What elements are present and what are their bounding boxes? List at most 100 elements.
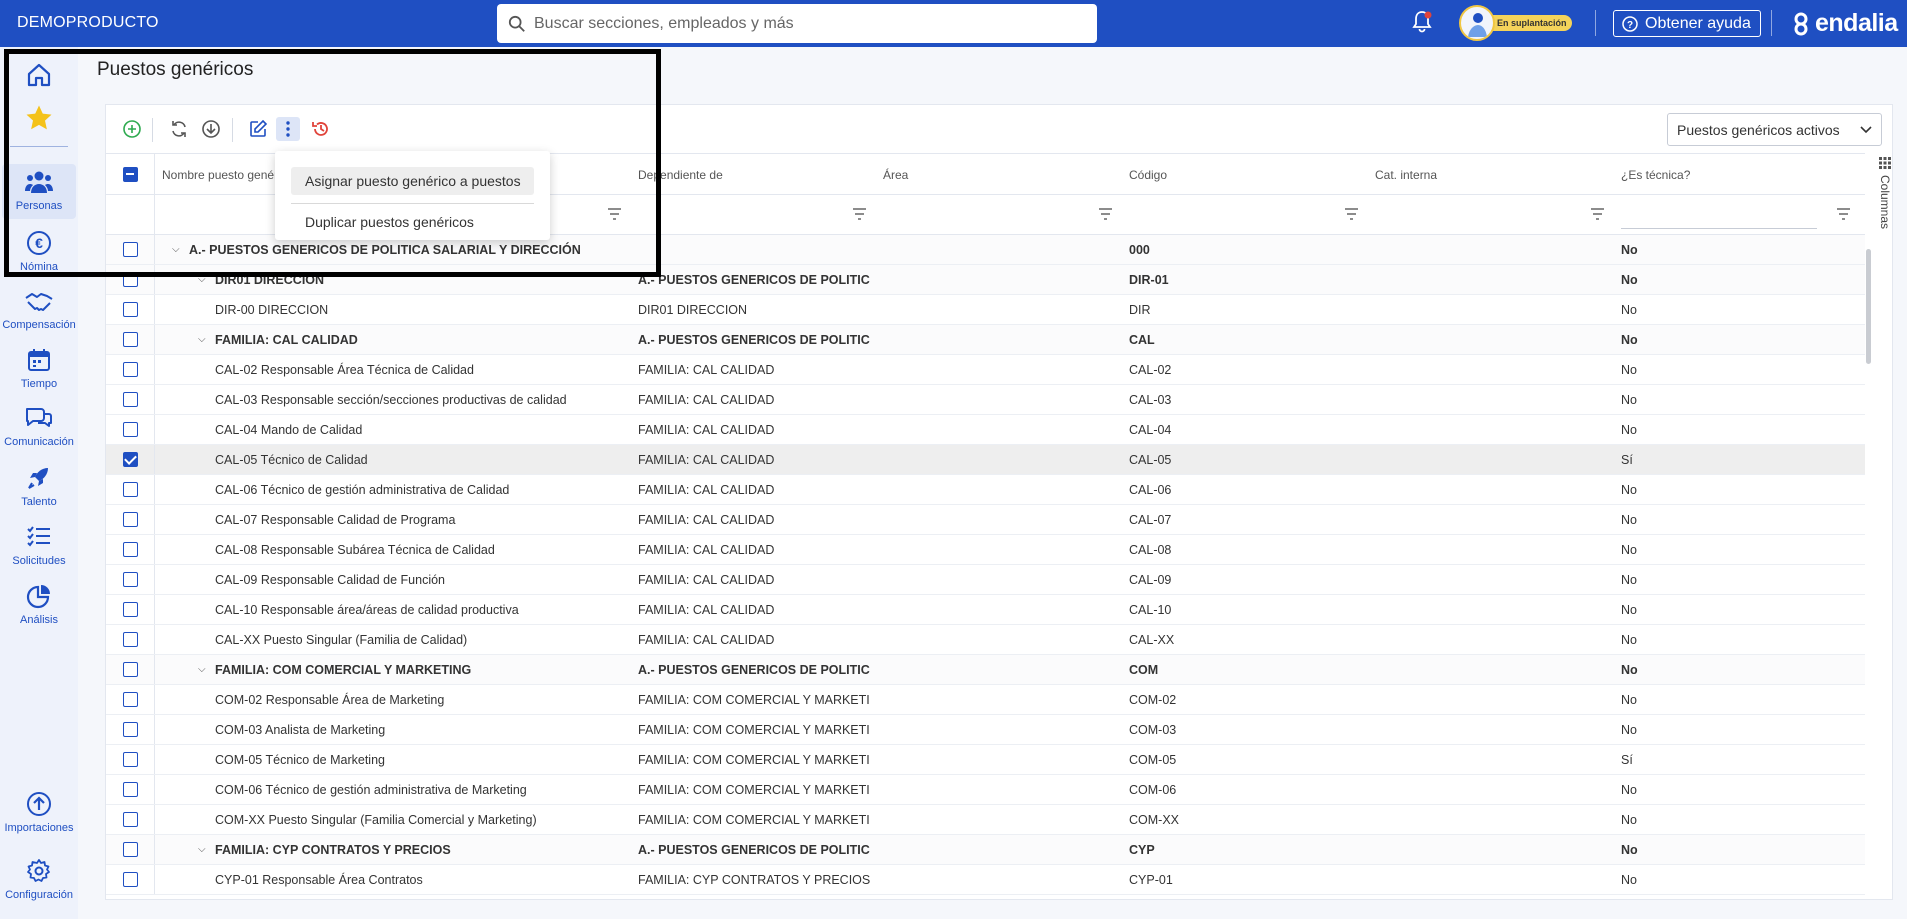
- select-all-checkbox[interactable]: [123, 167, 138, 182]
- row-checkbox[interactable]: [123, 572, 138, 587]
- group-row[interactable]: ⌵ FAMILIA: CAL CALIDAD A.- PUESTOS GENERIC…: [106, 325, 1865, 355]
- column-divider: [154, 535, 155, 564]
- sidebar-item-importaciones[interactable]: Importaciones: [2, 791, 76, 834]
- table-row[interactable]: CAL-02 Responsable Área Técnica de Calid…: [106, 355, 1865, 385]
- table-row[interactable]: COM-XX Puesto Singular (Familia Comercia…: [106, 805, 1865, 835]
- sidebar-item-solicitudes[interactable]: Solicitudes: [2, 524, 76, 567]
- refresh-icon[interactable]: [167, 117, 191, 141]
- filter-icon[interactable]: [852, 207, 867, 221]
- more-options-icon[interactable]: [276, 117, 300, 141]
- filter-icon[interactable]: [1344, 207, 1359, 221]
- column-header-area[interactable]: Área: [883, 154, 1113, 196]
- row-checkbox[interactable]: [123, 242, 138, 257]
- column-header-dependiente[interactable]: Dependiente de: [638, 154, 868, 196]
- sidebar-item-configuracion[interactable]: Configuración: [2, 858, 76, 901]
- scrollbar-thumb[interactable]: [1866, 249, 1871, 364]
- sidebar-item-analisis[interactable]: Análisis: [2, 583, 76, 626]
- row-checkbox[interactable]: [123, 482, 138, 497]
- rocket-icon: [28, 468, 48, 489]
- row-checkbox[interactable]: [123, 722, 138, 737]
- search-icon: [508, 15, 525, 32]
- row-checkbox[interactable]: [123, 302, 138, 317]
- sidebar-item-talento[interactable]: Talento: [2, 465, 76, 508]
- add-icon[interactable]: [120, 117, 144, 141]
- table-row[interactable]: CAL-07 Responsable Calidad de Programa FA…: [106, 505, 1865, 535]
- notifications-bell-icon[interactable]: [1411, 10, 1433, 39]
- cell-es-tecnica: No: [1621, 543, 1637, 557]
- vertical-scrollbar[interactable]: [1864, 153, 1874, 899]
- global-search[interactable]: [497, 4, 1097, 43]
- table-row[interactable]: CAL-10 Responsable área/áreas de calidad…: [106, 595, 1865, 625]
- filter-icon[interactable]: [1836, 207, 1851, 221]
- table-row[interactable]: CYP-01 Responsable Área Contratos FAMILIA…: [106, 865, 1865, 895]
- column-header-cat-interna[interactable]: Cat. interna: [1375, 154, 1605, 196]
- chevron-down-icon[interactable]: ⌵: [198, 835, 206, 865]
- row-checkbox[interactable]: [123, 842, 138, 857]
- group-row[interactable]: ⌵ FAMILIA: CYP CONTRATOS Y PRECIOS A.- PUE…: [106, 835, 1865, 865]
- chevron-down-icon[interactable]: ⌵: [198, 325, 206, 355]
- user-menu[interactable]: En suplantación: [1459, 5, 1574, 41]
- sidebar-item-personas[interactable]: Personas: [2, 164, 76, 219]
- sidebar-item-home[interactable]: [2, 61, 76, 92]
- sidebar-item-compensacion[interactable]: Compensación: [2, 290, 76, 331]
- row-checkbox[interactable]: [123, 542, 138, 557]
- table-row[interactable]: COM-05 Técnico de Marketing FAMILIA: COM …: [106, 745, 1865, 775]
- chevron-down-icon[interactable]: ⌵: [198, 655, 206, 685]
- row-checkbox[interactable]: [123, 812, 138, 827]
- sidebar-item-comunicacion[interactable]: Comunicación: [2, 405, 76, 448]
- group-row[interactable]: ⌵ DIR01 DIRECCION A.- PUESTOS GENERICOS DE…: [106, 265, 1865, 295]
- sidebar-item-nomina[interactable]: € Nómina: [2, 230, 76, 273]
- table-row[interactable]: CAL-08 Responsable Subárea Técnica de Ca…: [106, 535, 1865, 565]
- row-checkbox[interactable]: [123, 632, 138, 647]
- table-row[interactable]: COM-02 Responsable Área de Marketing FAMI…: [106, 685, 1865, 715]
- chevron-down-icon[interactable]: ⌵: [172, 235, 180, 265]
- menu-item-duplicate[interactable]: Duplicar puestos genéricos: [291, 208, 534, 236]
- cell-dependiente: FAMILIA: CAL CALIDAD: [638, 513, 775, 527]
- filter-icon[interactable]: [1590, 207, 1605, 221]
- column-divider: [154, 835, 155, 864]
- row-checkbox[interactable]: [123, 512, 138, 527]
- row-checkbox[interactable]: [123, 332, 138, 347]
- row-checkbox[interactable]: [123, 452, 138, 467]
- home-icon: [27, 63, 51, 87]
- columns-panel-tab[interactable]: Columnas: [1876, 153, 1894, 273]
- company-name[interactable]: DEMOPRODUCTO: [17, 0, 159, 46]
- status-filter-select[interactable]: Puestos genéricos activos: [1667, 113, 1882, 146]
- cell-es-tecnica: No: [1621, 363, 1637, 377]
- edit-icon[interactable]: [246, 117, 270, 141]
- download-icon[interactable]: [199, 117, 223, 141]
- sidebar-item-favorites[interactable]: [2, 103, 76, 136]
- table-row[interactable]: DIR-00 DIRECCION DIR01 DIRECCION DIR No: [106, 295, 1865, 325]
- menu-item-assign[interactable]: Asignar puesto genérico a puestos: [291, 167, 534, 195]
- table-row[interactable]: COM-06 Técnico de gestión administrativa…: [106, 775, 1865, 805]
- row-checkbox[interactable]: [123, 272, 138, 287]
- row-checkbox[interactable]: [123, 662, 138, 677]
- table-row[interactable]: CAL-09 Responsable Calidad de Función FAM…: [106, 565, 1865, 595]
- history-icon[interactable]: [309, 117, 333, 141]
- table-row[interactable]: CAL-04 Mando de Calidad FAMILIA: CAL CALI…: [106, 415, 1865, 445]
- table-row[interactable]: CAL-05 Técnico de Calidad FAMILIA: CAL CA…: [106, 445, 1865, 475]
- column-header-codigo[interactable]: Código: [1129, 154, 1359, 196]
- filter-icon[interactable]: [607, 207, 622, 221]
- group-row[interactable]: ⌵ FAMILIA: COM COMERCIAL Y MARKETING A.- P…: [106, 655, 1865, 685]
- chevron-down-icon[interactable]: ⌵: [198, 265, 206, 295]
- row-checkbox[interactable]: [123, 602, 138, 617]
- table-row[interactable]: CAL-XX Puesto Singular (Familia de Calid…: [106, 625, 1865, 655]
- row-checkbox[interactable]: [123, 392, 138, 407]
- cell-es-tecnica: No: [1621, 423, 1637, 437]
- table-row[interactable]: COM-03 Analista de Marketing FAMILIA: COM…: [106, 715, 1865, 745]
- column-header-es-tecnica[interactable]: ¿Es técnica?: [1621, 154, 1851, 196]
- sidebar-item-tiempo[interactable]: Tiempo: [2, 347, 76, 390]
- es-tecnica-filter-input[interactable]: [1621, 203, 1817, 229]
- filter-icon[interactable]: [1098, 207, 1113, 221]
- row-checkbox[interactable]: [123, 692, 138, 707]
- row-checkbox[interactable]: [123, 362, 138, 377]
- table-row[interactable]: CAL-03 Responsable sección/secciones pro…: [106, 385, 1865, 415]
- row-checkbox[interactable]: [123, 872, 138, 887]
- row-checkbox[interactable]: [123, 422, 138, 437]
- search-input[interactable]: [534, 14, 1074, 33]
- help-button[interactable]: ? Obtener ayuda: [1613, 10, 1761, 37]
- row-checkbox[interactable]: [123, 752, 138, 767]
- table-row[interactable]: CAL-06 Técnico de gestión administrativa…: [106, 475, 1865, 505]
- row-checkbox[interactable]: [123, 782, 138, 797]
